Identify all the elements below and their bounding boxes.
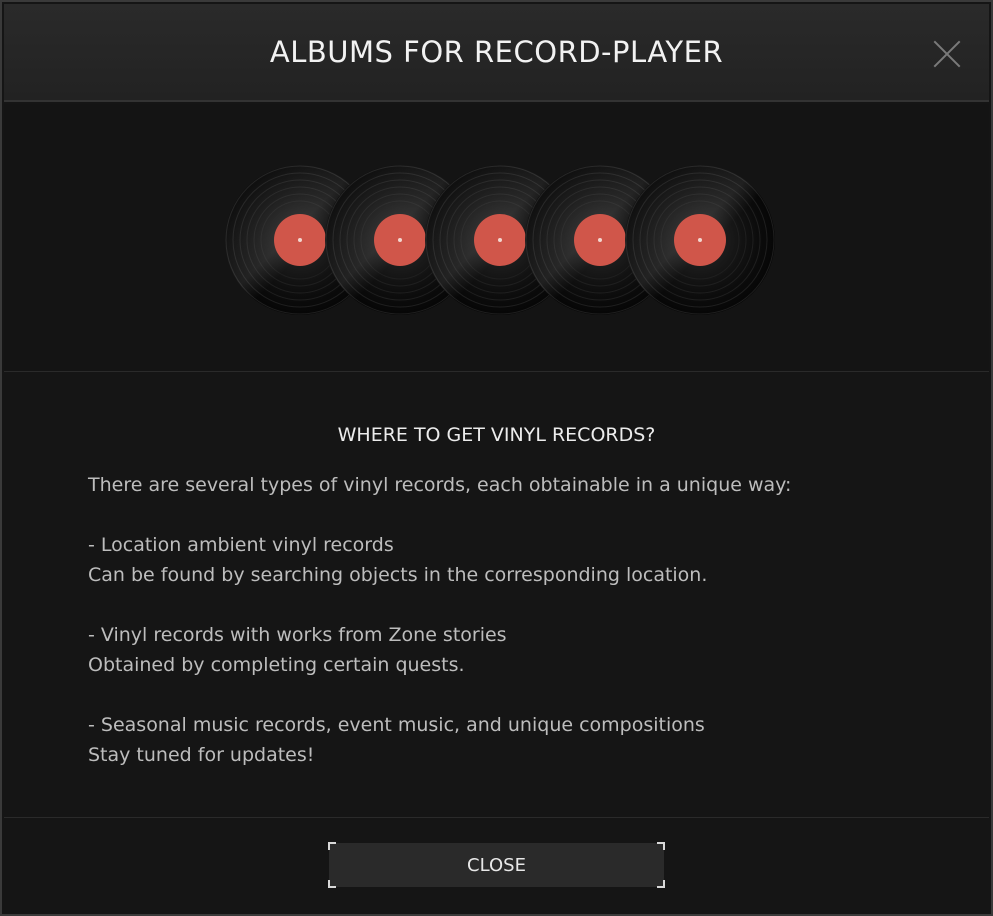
vinyl-record xyxy=(625,165,775,315)
info-item-title: - Location ambient vinyl records xyxy=(88,534,394,556)
close-icon[interactable] xyxy=(933,40,961,68)
records-showcase xyxy=(4,104,989,372)
close-button-label: CLOSE xyxy=(467,854,526,876)
albums-dialog: ALBUMS FOR RECORD-PLAYER WHERE TO GET VI… xyxy=(0,0,993,916)
dialog-header: ALBUMS FOR RECORD-PLAYER xyxy=(4,4,989,102)
dialog-title: ALBUMS FOR RECORD-PLAYER xyxy=(269,35,724,69)
info-body: There are several types of vinyl records… xyxy=(88,470,908,770)
info-intro: There are several types of vinyl records… xyxy=(88,474,792,496)
info-heading: WHERE TO GET VINYL RECORDS? xyxy=(337,424,656,446)
info-item-title: - Seasonal music records, event music, a… xyxy=(88,714,705,736)
info-item-title: - Vinyl records with works from Zone sto… xyxy=(88,624,507,646)
info-item-desc: Obtained by completing certain quests. xyxy=(88,654,465,676)
info-item-desc: Can be found by searching objects in the… xyxy=(88,564,708,586)
close-button[interactable]: CLOSE xyxy=(328,842,665,888)
info-item-desc: Stay tuned for updates! xyxy=(88,744,315,766)
vinyl-records-image xyxy=(225,165,775,315)
